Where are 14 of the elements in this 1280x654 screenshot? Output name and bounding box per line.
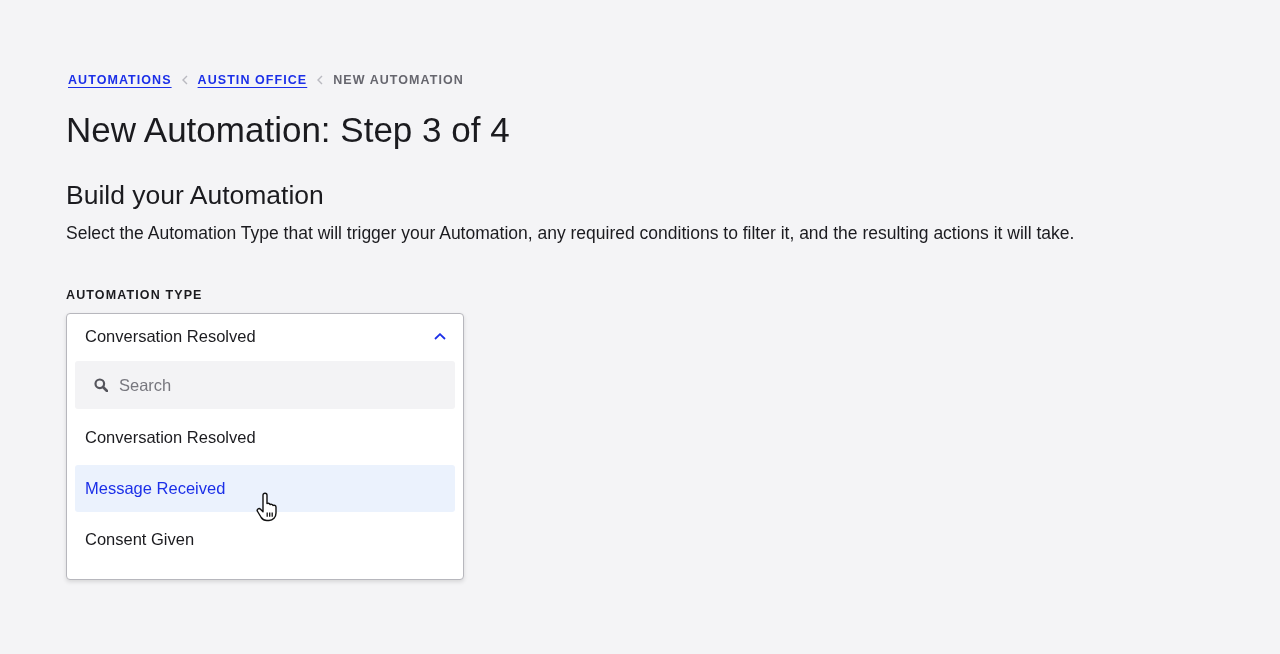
chevron-left-icon	[317, 75, 324, 85]
chevron-left-icon	[181, 75, 188, 85]
search-field[interactable]: Search	[75, 361, 455, 409]
dropdown-option[interactable]: Message Received	[75, 465, 455, 512]
section-heading: Build your Automation	[66, 179, 324, 212]
breadcrumb-link[interactable]: AUSTIN OFFICE	[197, 70, 308, 90]
section-description: Select the Automation Type that will trigger your Automation, any required conditions to filter it, and the resulting actions it will take.	[66, 222, 1075, 244]
search-icon	[94, 378, 108, 392]
dropdown-select[interactable]: Conversation Resolved	[67, 314, 463, 359]
breadcrumb-current: NEW AUTOMATION	[333, 71, 464, 89]
chevron-up-icon	[434, 333, 446, 340]
breadcrumb-link[interactable]: AUTOMATIONS	[68, 70, 172, 90]
field-label: AUTOMATION TYPE	[66, 287, 203, 303]
page-title: New Automation: Step 3 of 4	[66, 109, 510, 151]
